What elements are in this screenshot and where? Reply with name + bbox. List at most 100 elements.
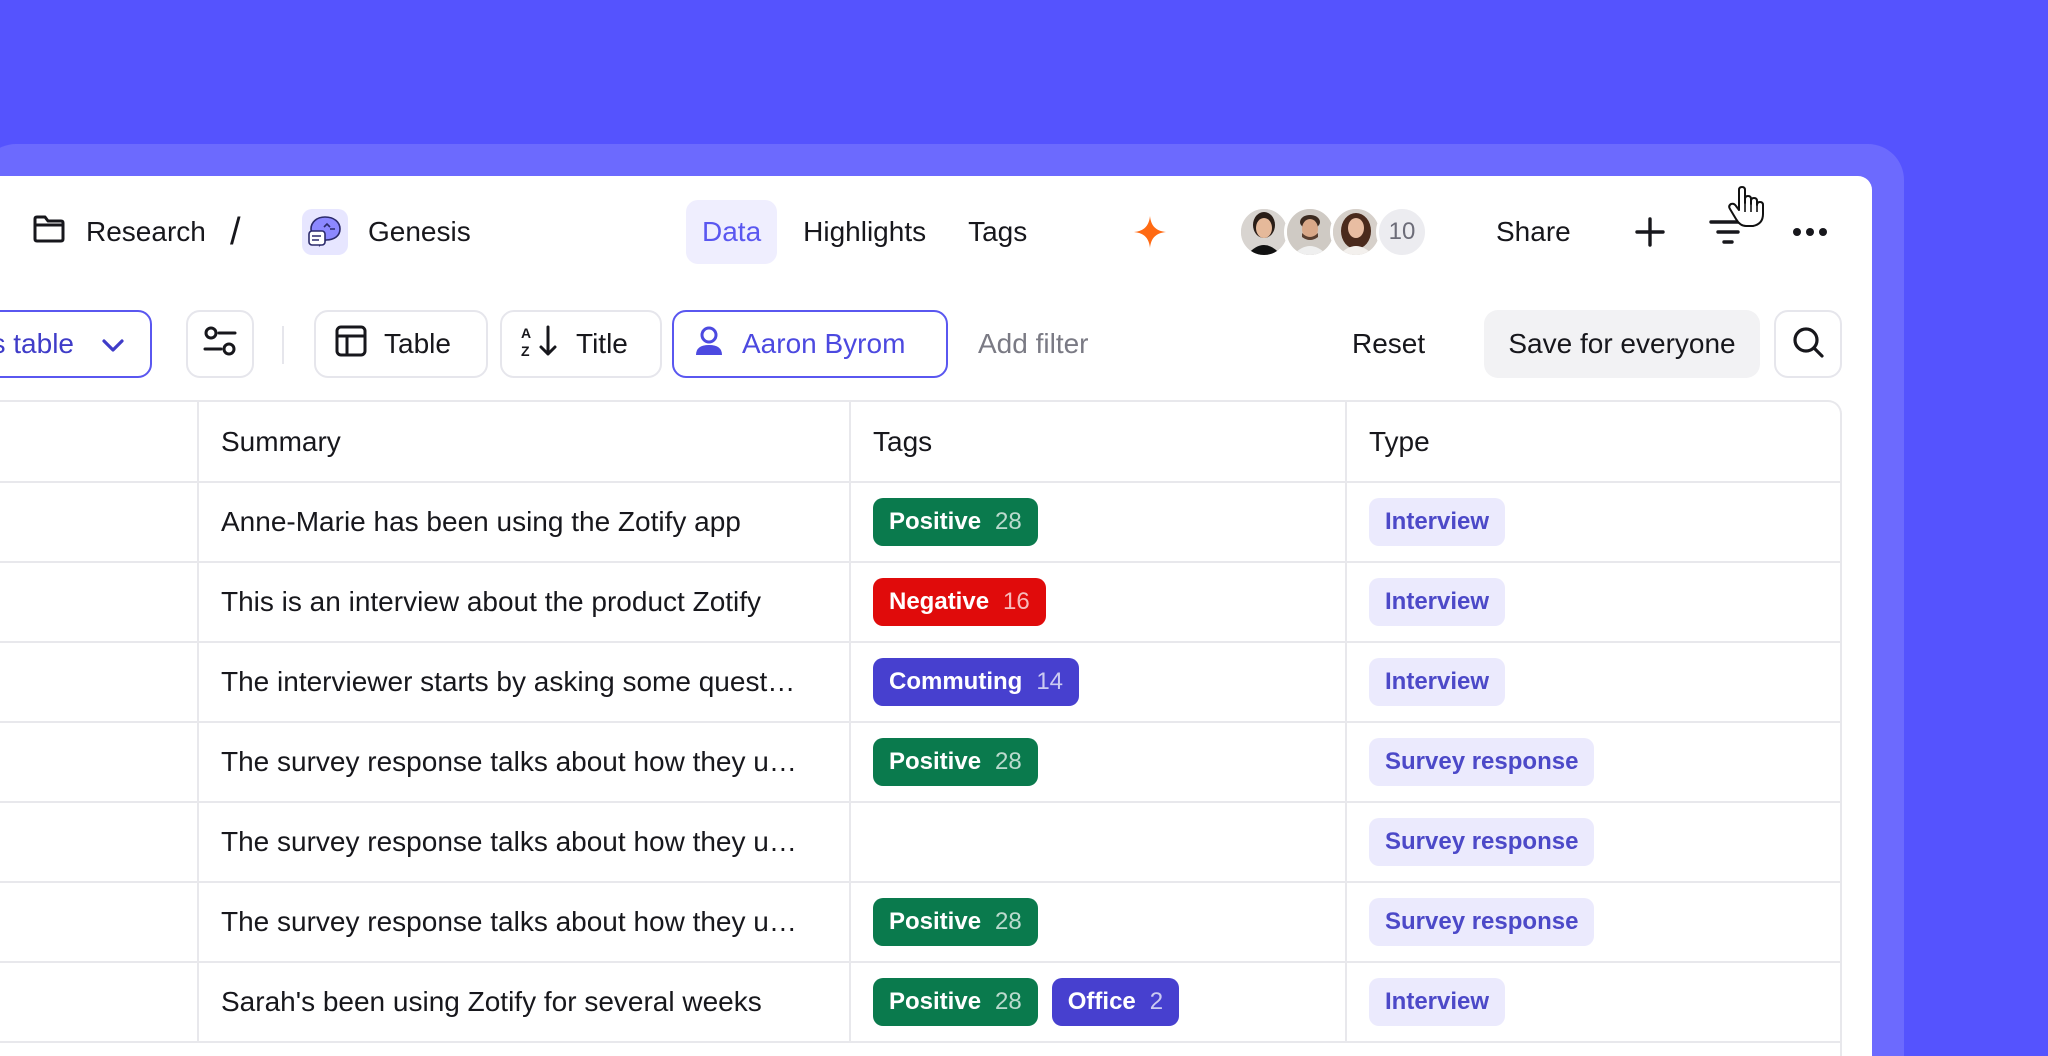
tag-count: 28 <box>995 988 1022 1015</box>
tag-name: Positive <box>889 508 982 535</box>
sparkle-icon[interactable] <box>1132 214 1168 255</box>
tag-name: Positive <box>889 908 982 935</box>
view-settings-button[interactable] <box>186 310 254 378</box>
save-for-everyone-button[interactable]: Save for everyone <box>1484 310 1760 378</box>
tags-cell[interactable]: Positive 28 <box>850 722 1347 803</box>
breadcrumb-folder-label: Research <box>86 216 206 247</box>
tab-data[interactable]: Data <box>686 200 778 264</box>
summary-cell[interactable]: The survey response talks about how they… <box>198 882 851 963</box>
add-filter-button[interactable]: Add filter <box>978 310 1089 378</box>
tag-chip[interactable]: Positive 28 <box>873 978 1038 1026</box>
table-row[interactable]: The interviewer starts by asking some qu… <box>0 642 1840 723</box>
column-header-title[interactable] <box>0 402 199 483</box>
tags-cell[interactable]: Positive 28 <box>850 882 1347 963</box>
view-selector-label: s table <box>0 328 74 359</box>
type-cell[interactable]: Interview <box>1346 482 1840 563</box>
person-filter-label: Aaron Byrom <box>742 328 906 359</box>
reset-button[interactable]: Reset <box>1352 310 1425 378</box>
type-cell[interactable]: Survey response <box>1346 802 1840 883</box>
sort-label: Title <box>576 328 628 359</box>
title-cell[interactable] <box>0 482 199 563</box>
title-cell[interactable] <box>0 802 199 883</box>
tag-name: Negative <box>889 588 990 615</box>
type-badge[interactable]: Interview <box>1369 978 1506 1026</box>
tag-chip[interactable]: Positive 28 <box>873 738 1038 786</box>
view-selector[interactable]: s table <box>0 310 152 378</box>
tags-cell[interactable]: Positive 28 <box>850 482 1347 563</box>
layout-table-button[interactable]: Table <box>314 310 488 378</box>
collaborator-avatars[interactable]: 10 <box>1238 206 1428 258</box>
type-badge[interactable]: Survey response <box>1369 818 1595 866</box>
column-header-summary[interactable]: Summary <box>198 402 851 483</box>
title-cell[interactable] <box>0 562 199 643</box>
layout-label: Table <box>384 328 451 359</box>
summary-cell[interactable]: This is an interview about the product Z… <box>198 562 851 643</box>
breadcrumb-research[interactable]: Research <box>32 208 206 256</box>
top-bar: Research / Genesis Data Highlights Tags <box>0 176 1872 288</box>
tags-cell[interactable]: Commuting 14 <box>850 642 1347 723</box>
tag-chip[interactable]: Positive 28 <box>873 498 1038 546</box>
summary-cell[interactable]: The interviewer starts by asking some qu… <box>198 642 851 723</box>
share-button[interactable]: Share <box>1484 200 1583 264</box>
view-tabs: Data Highlights Tags <box>686 200 1043 264</box>
table-row[interactable]: The survey response talks about how they… <box>0 802 1840 883</box>
folder-icon <box>32 214 66 251</box>
tag-name: Office <box>1067 988 1136 1015</box>
svg-text:Z: Z <box>521 343 530 358</box>
title-cell[interactable] <box>0 642 199 723</box>
breadcrumb-genesis[interactable]: Genesis <box>302 208 471 256</box>
column-header-tags[interactable]: Tags <box>850 402 1347 483</box>
type-badge[interactable]: Interview <box>1369 658 1506 706</box>
type-badge[interactable]: Interview <box>1369 578 1506 626</box>
table-row[interactable]: This is an interview about the product Z… <box>0 562 1840 643</box>
tag-count: 28 <box>995 908 1022 935</box>
table-row[interactable]: The survey response talks about how they… <box>0 882 1840 963</box>
table-icon <box>334 324 368 365</box>
table-body: Anne-Marie has been using the Zotify app… <box>0 482 1840 1043</box>
type-cell[interactable]: Survey response <box>1346 882 1840 963</box>
tag-count: 14 <box>1036 668 1064 695</box>
type-badge[interactable]: Interview <box>1369 498 1506 546</box>
tags-cell[interactable]: Negative 16 <box>850 562 1347 643</box>
tag-chip[interactable]: Negative 16 <box>873 578 1046 626</box>
genesis-icon <box>302 209 348 255</box>
tag-count: 28 <box>995 748 1022 775</box>
type-badge[interactable]: Survey response <box>1369 898 1595 946</box>
tag-name: Positive <box>889 748 982 775</box>
avatar <box>1284 206 1336 258</box>
column-header-type[interactable]: Type <box>1346 402 1840 483</box>
type-cell[interactable]: Interview <box>1346 642 1840 723</box>
type-cell[interactable]: Interview <box>1346 562 1840 643</box>
sort-az-icon: AZ <box>520 324 560 365</box>
summary-cell[interactable]: The survey response talks about how they… <box>198 722 851 803</box>
type-cell[interactable]: Interview <box>1346 962 1840 1043</box>
sort-button[interactable]: AZ Title <box>500 310 662 378</box>
tag-chip[interactable]: Commuting 14 <box>873 658 1080 706</box>
tags-cell[interactable] <box>850 802 1347 883</box>
tab-highlights[interactable]: Highlights <box>787 200 942 264</box>
plus-icon[interactable] <box>1630 212 1670 252</box>
summary-cell[interactable]: The survey response talks about how they… <box>198 802 851 883</box>
summary-cell[interactable]: Sarah's been using Zotify for several we… <box>198 962 851 1043</box>
table-row[interactable]: Sarah's been using Zotify for several we… <box>0 962 1840 1043</box>
tag-chip[interactable]: Positive 28 <box>873 898 1038 946</box>
search-button[interactable] <box>1774 310 1842 378</box>
title-cell[interactable] <box>0 722 199 803</box>
tags-cell[interactable]: Positive 28 Office 2 <box>850 962 1347 1043</box>
type-cell[interactable]: Survey response <box>1346 722 1840 803</box>
more-icon[interactable] <box>1790 212 1830 252</box>
avatar <box>1330 206 1382 258</box>
table-header-row: Summary Tags Type <box>0 402 1840 483</box>
summary-cell[interactable]: Anne-Marie has been using the Zotify app <box>198 482 851 563</box>
title-cell[interactable] <box>0 962 199 1043</box>
table-row[interactable]: The survey response talks about how they… <box>0 722 1840 803</box>
tab-tags[interactable]: Tags <box>952 200 1043 264</box>
title-cell[interactable] <box>0 882 199 963</box>
tag-chip[interactable]: Office 2 <box>1051 978 1180 1026</box>
person-filter-chip[interactable]: Aaron Byrom <box>672 310 948 378</box>
type-badge[interactable]: Survey response <box>1369 738 1595 786</box>
data-table: Summary Tags Type Anne-Marie has been us… <box>0 400 1842 1056</box>
collaborator-count: 10 <box>1376 206 1428 258</box>
avatar <box>1238 206 1290 258</box>
table-row[interactable]: Anne-Marie has been using the Zotify app… <box>0 482 1840 563</box>
